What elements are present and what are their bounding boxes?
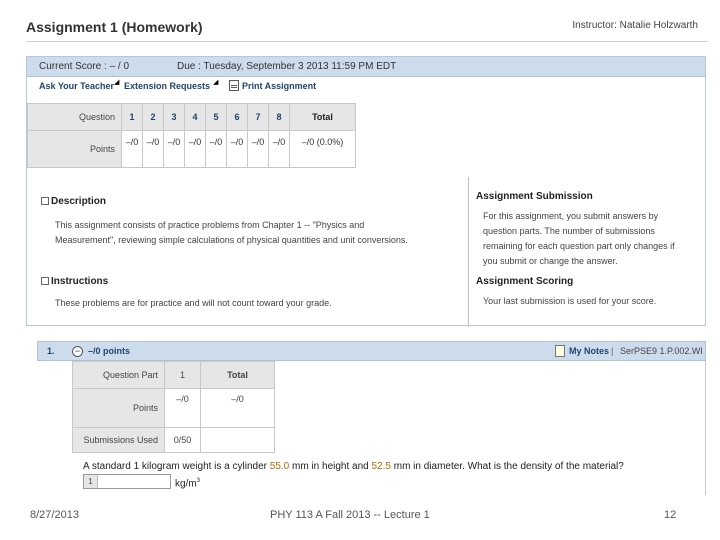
extension-requests-link[interactable]: Extension Requests	[124, 81, 210, 91]
submission-heading: Assignment Submission	[476, 191, 593, 202]
external-link-icon: ◢	[213, 79, 219, 86]
external-link-icon: ◢	[114, 79, 120, 86]
question-text-c: mm in diameter. What is the density of t…	[390, 461, 624, 472]
submissions-used-value: 0/50	[164, 427, 201, 453]
empty-cell	[200, 427, 275, 453]
assignment-title: Assignment 1 (Homework)	[26, 19, 203, 35]
question-part-label: Question Part	[72, 361, 165, 389]
points-cell: –/0	[205, 130, 227, 168]
collapse-icon[interactable]	[41, 197, 49, 205]
separator: |	[611, 346, 614, 356]
height-value: 55.0	[269, 461, 290, 472]
description-line: This assignment consists of practice pro…	[55, 220, 365, 230]
answer-field[interactable]: 1	[83, 474, 171, 489]
print-assignment-link[interactable]: Print Assignment	[242, 81, 316, 91]
question-link-1[interactable]: 1	[121, 103, 143, 131]
ask-teacher-link[interactable]: Ask Your Teacher	[39, 81, 114, 91]
instructions-heading-label: Instructions	[51, 276, 109, 287]
question-score-table: Question Part 1 Total Points –/0 –/0 Sub…	[72, 361, 275, 453]
column-divider	[468, 177, 469, 327]
question-link-2[interactable]: 2	[142, 103, 164, 131]
unit-exponent: 3	[196, 478, 201, 484]
submission-line: remaining for each question part only ch…	[483, 241, 675, 251]
scoring-text: Your last submission is used for your sc…	[483, 296, 657, 306]
points-cell: –/0	[268, 130, 290, 168]
scoring-heading: Assignment Scoring	[476, 276, 574, 287]
collapse-question-button[interactable]: −	[72, 346, 83, 357]
collapse-icon[interactable]	[41, 277, 49, 285]
instructor-name: Instructor: Natalie Holzwarth	[572, 20, 698, 31]
due-date: Due : Tuesday, September 3 2013 11:59 PM…	[177, 61, 397, 72]
instructions-heading[interactable]: Instructions	[41, 276, 108, 287]
question-points: –/0 points	[88, 346, 131, 356]
diameter-value: 52.5	[371, 461, 391, 472]
question-link-3[interactable]: 3	[163, 103, 185, 131]
instructions-text: These problems are for practice and will…	[55, 298, 332, 308]
header-divider	[26, 41, 708, 42]
question-label: Question	[27, 103, 122, 131]
answer-unit: kg/m3	[175, 478, 200, 489]
question-link-6[interactable]: 6	[226, 103, 248, 131]
unit-base: kg/m	[175, 478, 197, 490]
answer-part-number: 1	[84, 475, 98, 488]
right-border	[705, 361, 706, 495]
question-link-7[interactable]: 7	[247, 103, 269, 131]
current-score: Current Score : – / 0	[39, 61, 130, 72]
my-notes-link[interactable]: My Notes	[569, 346, 609, 356]
submission-line: you submit or change the answer.	[483, 256, 618, 266]
question-text: A standard 1 kilogram weight is a cylind…	[83, 461, 624, 472]
points-label: Points	[27, 130, 122, 168]
question-link-8[interactable]: 8	[268, 103, 290, 131]
submission-line: For this assignment, you submit answers …	[483, 211, 659, 221]
footer-page-number: 12	[664, 509, 677, 521]
points-cell: –/0	[121, 130, 143, 168]
question-text-b: mm in height and	[289, 461, 372, 472]
question-text-a: A standard 1 kilogram weight is a cylind…	[83, 461, 270, 472]
score-table: Question 1 2 3 4 5 6 7 8 Total Points –/…	[27, 103, 356, 168]
score-bar: Current Score : – / 0 Due : Tuesday, Sep…	[27, 57, 705, 77]
question-header-bar: 1. − –/0 points My Notes | SerPSE9 1.P.0…	[37, 341, 706, 361]
points-cell: –/0	[226, 130, 248, 168]
description-heading[interactable]: Description	[41, 196, 106, 207]
notes-icon[interactable]	[555, 345, 565, 357]
points-cell: –/0	[184, 130, 206, 168]
total-header: Total	[289, 103, 356, 131]
question-link-4[interactable]: 4	[184, 103, 206, 131]
submission-line: question parts. The number of submission…	[483, 226, 655, 236]
submissions-used-label: Submissions Used	[72, 427, 165, 453]
question-total-header: Total	[200, 361, 275, 389]
points-cell: –/0	[163, 130, 185, 168]
description-heading-label: Description	[51, 196, 107, 207]
points-cell: –/0	[142, 130, 164, 168]
question-points-label: Points	[72, 388, 165, 428]
points-cell: –/0	[247, 130, 269, 168]
description-line: Measurement", reviewing simple calculati…	[55, 235, 408, 245]
question-points-value: –/0	[164, 388, 201, 428]
footer-date: 8/27/2013	[30, 509, 79, 521]
question-number: 1.	[47, 346, 55, 356]
description-text: This assignment consists of practice pro…	[55, 218, 408, 248]
question-part-number: 1	[164, 361, 201, 389]
assignment-panel: Current Score : – / 0 Due : Tuesday, Sep…	[26, 56, 706, 327]
question-total-value: –/0	[200, 388, 275, 428]
footer-course: PHY 113 A Fall 2013 -- Lecture 1	[270, 509, 430, 521]
total-points-cell: –/0 (0.0%)	[289, 130, 356, 168]
question-link-5[interactable]: 5	[205, 103, 227, 131]
question-reference: SerPSE9 1.P.002.WI	[620, 346, 703, 356]
submission-text: For this assignment, you submit answers …	[483, 209, 675, 269]
printer-icon[interactable]	[229, 80, 239, 91]
